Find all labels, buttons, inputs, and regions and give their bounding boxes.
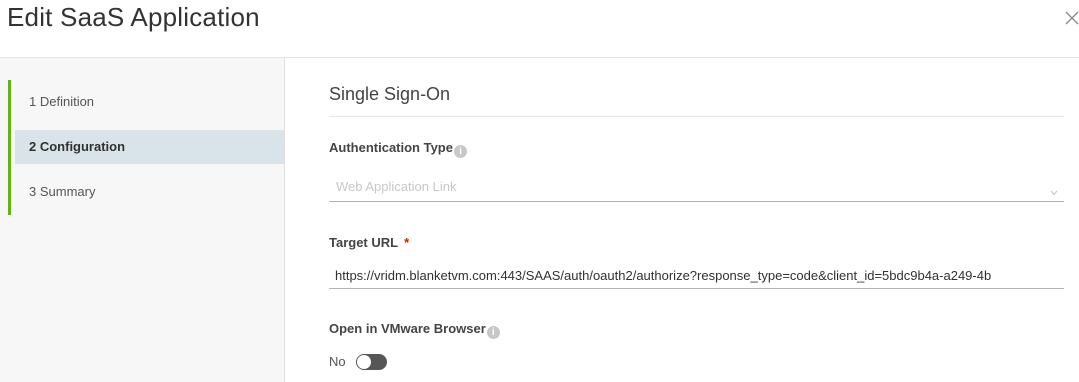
section-title: Single Sign-On xyxy=(329,84,451,104)
authentication-type-select[interactable]: Web Application Link xyxy=(329,174,1064,202)
open-in-vmware-browser-label: Open in VMware Browser i xyxy=(329,321,500,339)
authentication-type-label-text: Authentication Type xyxy=(329,140,453,155)
dialog-header: Edit SaaS Application xyxy=(0,0,1079,58)
step-configuration-label: 2 Configuration xyxy=(29,139,126,154)
toggle-state-label: No xyxy=(329,354,346,369)
wizard-steps-sidebar: 1 Definition 2 Configuration 3 Summary xyxy=(0,58,285,382)
step-configuration[interactable]: 2 Configuration xyxy=(15,130,284,164)
toggle-knob xyxy=(357,355,371,369)
target-url-input[interactable]: https://vridm.blanketvm.com:443/SAAS/aut… xyxy=(329,263,1064,289)
section-divider xyxy=(329,116,1064,117)
required-indicator: * xyxy=(404,235,410,250)
step-summary[interactable]: 3 Summary xyxy=(15,175,284,209)
info-icon[interactable]: i xyxy=(453,145,467,158)
target-url-label-text: Target URL xyxy=(329,235,399,250)
open-in-vmware-browser-label-text: Open in VMware Browser xyxy=(329,321,486,336)
open-in-vmware-browser-toggle[interactable] xyxy=(356,354,387,370)
info-icon[interactable]: i xyxy=(486,326,500,339)
target-url-label: Target URL * xyxy=(329,235,409,250)
authentication-type-label: Authentication Type i xyxy=(329,140,467,158)
step-summary-label: 3 Summary xyxy=(29,184,96,199)
close-icon[interactable] xyxy=(1064,10,1079,26)
step-definition-label: 1 Definition xyxy=(29,94,95,109)
step-progress-rail xyxy=(8,80,11,215)
authentication-type-value: Web Application Link xyxy=(336,179,457,194)
target-url-value: https://vridm.blanketvm.com:443/SAAS/aut… xyxy=(335,268,992,283)
step-definition[interactable]: 1 Definition xyxy=(15,85,284,119)
chevron-down-icon xyxy=(1050,183,1058,201)
dialog-title: Edit SaaS Application xyxy=(7,2,260,32)
configuration-panel: Single Sign-On Authentication Type i Web … xyxy=(285,58,1079,382)
